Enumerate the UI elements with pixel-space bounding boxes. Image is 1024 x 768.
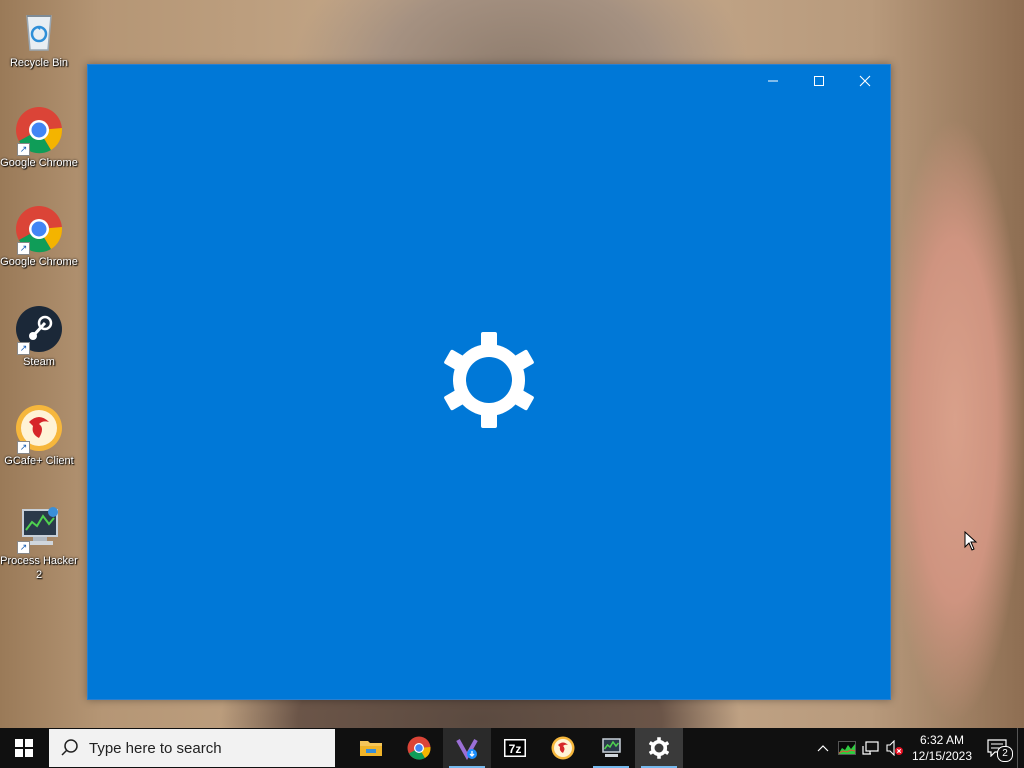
- clock-date: 12/15/2023: [911, 749, 973, 763]
- desktop-icon-google-chrome-2[interactable]: ↗ Google Chrome: [0, 205, 78, 269]
- taskbar-7zip[interactable]: 7z: [491, 728, 539, 768]
- chrome-icon: [407, 736, 431, 760]
- 7zip-icon: 7z: [504, 739, 526, 757]
- maximize-icon: [814, 76, 824, 86]
- svg-text:7z: 7z: [509, 742, 522, 756]
- taskbar-file-explorer[interactable]: [347, 728, 395, 768]
- taskbar-gcafe[interactable]: [539, 728, 587, 768]
- windows-logo-icon: [15, 739, 33, 757]
- system-tray: 6:32 AM 12/15/2023 2: [811, 728, 1024, 768]
- chrome-icon: ↗: [15, 106, 63, 156]
- visual-studio-installer-icon: [456, 739, 478, 760]
- gcafe-icon: ↗: [15, 404, 63, 454]
- maximize-button[interactable]: [796, 65, 842, 97]
- desktop-icon-label: GCafe+ Client: [4, 455, 74, 467]
- tray-process-hacker[interactable]: [835, 728, 859, 768]
- desktop-icon-gcafe-client[interactable]: ↗ GCafe+ Client: [0, 404, 78, 468]
- taskbar: Type here to search 7z 6:32 AM 12/15/202…: [0, 728, 1024, 768]
- taskbar-clock[interactable]: 6:32 AM 12/15/2023: [907, 732, 977, 764]
- process-hacker-icon: [602, 738, 621, 757]
- action-center-button[interactable]: 2: [977, 728, 1017, 768]
- desktop-icon-process-hacker[interactable]: ↗ Process Hacker 2: [0, 504, 78, 582]
- desktop-icon-label: Recycle Bin: [9, 57, 69, 69]
- minimize-button[interactable]: [750, 65, 796, 97]
- settings-window[interactable]: [87, 64, 891, 700]
- taskbar-search-box[interactable]: Type here to search: [49, 729, 335, 767]
- minimize-icon: [768, 80, 778, 82]
- desktop-icon-label: Process Hacker 2: [0, 555, 78, 581]
- gear-icon: [444, 332, 534, 428]
- tray-network[interactable]: [859, 728, 883, 768]
- steam-icon: ↗: [15, 305, 63, 355]
- close-icon: [859, 75, 871, 87]
- search-placeholder: Type here to search: [89, 739, 222, 757]
- show-desktop-button[interactable]: [1017, 728, 1024, 768]
- shortcut-arrow-icon: ↗: [17, 342, 30, 355]
- recycle-bin-icon: [15, 6, 63, 54]
- shortcut-arrow-icon: ↗: [17, 441, 30, 454]
- desktop-icon-label: Steam: [23, 356, 55, 368]
- desktop-icon-google-chrome[interactable]: ↗ Google Chrome: [0, 106, 78, 170]
- start-button[interactable]: [0, 728, 48, 768]
- taskbar-process-hacker[interactable]: [587, 728, 635, 768]
- tray-volume[interactable]: [883, 728, 907, 768]
- desktop-icon-recycle-bin[interactable]: Recycle Bin: [0, 6, 78, 70]
- shortcut-arrow-icon: ↗: [17, 242, 30, 255]
- volume-muted-icon: [886, 740, 903, 756]
- close-button[interactable]: [842, 65, 888, 97]
- chrome-icon: ↗: [15, 205, 63, 255]
- desktop-icon-label: Google Chrome: [0, 157, 78, 169]
- settings-gear-icon: [648, 737, 670, 759]
- search-icon: [61, 739, 78, 756]
- desktop-icon-steam[interactable]: ↗ Steam: [0, 305, 78, 369]
- file-explorer-icon: [360, 741, 382, 756]
- taskbar-settings[interactable]: [635, 728, 683, 768]
- shortcut-arrow-icon: ↗: [17, 143, 30, 156]
- network-icon: [862, 741, 879, 755]
- clock-time: 6:32 AM: [919, 733, 965, 747]
- gcafe-icon: [551, 736, 575, 760]
- taskbar-chrome[interactable]: [395, 728, 443, 768]
- taskbar-visual-studio-installer[interactable]: [443, 728, 491, 768]
- desktop-icon-label: Google Chrome: [0, 256, 78, 268]
- cpu-graph-icon: [838, 741, 856, 755]
- mouse-cursor-icon: [964, 531, 978, 551]
- show-hidden-icons-button[interactable]: [811, 728, 835, 768]
- shortcut-arrow-icon: ↗: [17, 541, 30, 554]
- chevron-up-icon: [817, 745, 829, 752]
- process-hacker-icon: ↗: [15, 504, 63, 554]
- notification-count-badge: 2: [997, 746, 1013, 762]
